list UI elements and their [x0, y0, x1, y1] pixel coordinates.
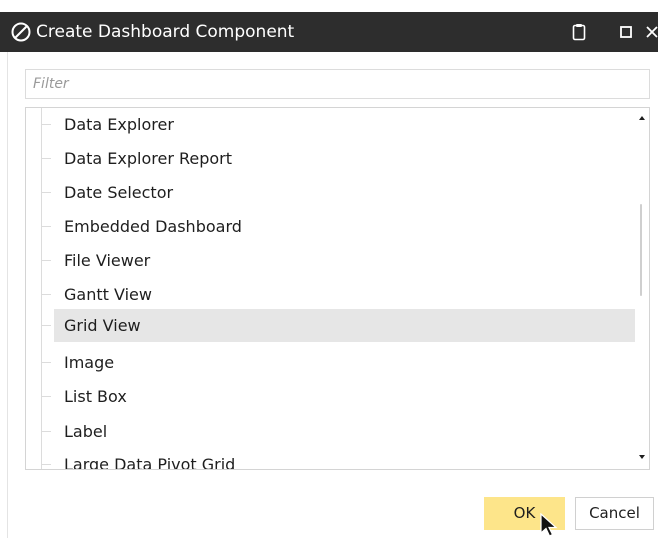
- list-item-data-explorer-report[interactable]: Data Explorer Report: [41, 142, 635, 175]
- tree-branch: [41, 362, 51, 363]
- tree-branch: [41, 396, 51, 397]
- dialog-left-border: [7, 52, 8, 538]
- list-item-label: Image: [64, 353, 115, 372]
- tree-branch: [41, 294, 51, 295]
- list-item-data-explorer[interactable]: Data Explorer: [41, 108, 635, 141]
- clipboard-icon[interactable]: [569, 22, 589, 42]
- list-item-label: List Box: [64, 387, 127, 406]
- list-item-label: Large Data Pivot Grid: [64, 455, 236, 470]
- tree-branch: [41, 464, 51, 465]
- filter-box[interactable]: [25, 69, 650, 99]
- list-item-label: Data Explorer Report: [64, 149, 233, 168]
- vertical-scrollbar[interactable]: [635, 108, 649, 469]
- create-dashboard-component-dialog: Create Dashboard Component Data Explorer…: [0, 0, 658, 538]
- list-item-label: Label: [64, 422, 108, 441]
- tree-branch: [41, 226, 51, 227]
- dialog-title: Create Dashboard Component: [36, 22, 295, 42]
- scroll-up-arrow-icon[interactable]: [638, 114, 646, 122]
- list-item-large-data-pivot-grid[interactable]: Large Data Pivot Grid: [41, 448, 635, 470]
- tree-branch: [41, 325, 51, 326]
- list-item-label: Data Explorer: [64, 115, 174, 134]
- list-item-label: File Viewer: [64, 251, 151, 270]
- component-list[interactable]: Data Explorer Data Explorer Report Date …: [25, 107, 650, 470]
- scrollbar-thumb[interactable]: [640, 204, 642, 296]
- title-bar[interactable]: Create Dashboard Component: [0, 12, 658, 52]
- tree-branch: [41, 158, 51, 159]
- ok-button[interactable]: OK: [484, 497, 565, 530]
- list-item-label: Date Selector: [64, 183, 174, 202]
- list-item-file-viewer[interactable]: File Viewer: [41, 244, 635, 277]
- filter-input[interactable]: [26, 70, 649, 98]
- close-icon[interactable]: [643, 22, 658, 42]
- list-item-image[interactable]: Image: [41, 346, 635, 379]
- list-item-label: Embedded Dashboard: [64, 217, 242, 236]
- list-item-date-selector[interactable]: Date Selector: [41, 176, 635, 209]
- list-item-label: Gantt View: [64, 285, 152, 304]
- tree-branch: [41, 192, 51, 193]
- list-item-label-component[interactable]: Label: [41, 415, 635, 448]
- tree-branch: [41, 431, 51, 432]
- tree-connector-line: [41, 108, 42, 469]
- no-entry-logo-icon: [11, 22, 31, 42]
- tree-branch: [41, 260, 51, 261]
- list-item-grid-view[interactable]: Grid View: [41, 309, 635, 342]
- list-item-gantt-view[interactable]: Gantt View: [41, 278, 635, 311]
- cancel-button[interactable]: Cancel: [575, 497, 654, 530]
- scroll-down-arrow-icon[interactable]: [638, 453, 646, 461]
- list-item-list-box[interactable]: List Box: [41, 380, 635, 413]
- list-item-label: Grid View: [64, 316, 141, 335]
- maximize-icon[interactable]: [616, 22, 636, 42]
- tree-branch: [41, 124, 51, 125]
- list-item-embedded-dashboard[interactable]: Embedded Dashboard: [41, 210, 635, 243]
